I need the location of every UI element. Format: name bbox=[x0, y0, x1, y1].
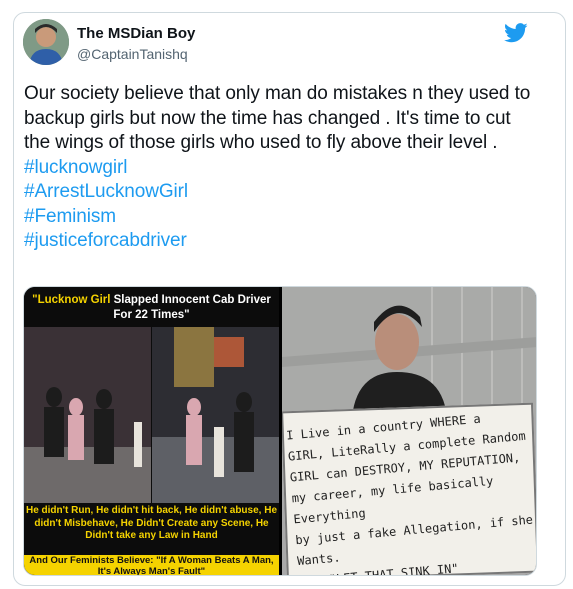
avatar[interactable] bbox=[23, 19, 69, 65]
media-image-left[interactable]: "Lucknow Girl Slapped Innocent Cab Drive… bbox=[24, 287, 279, 575]
hashtag-link[interactable]: #justiceforcabdriver bbox=[24, 229, 534, 254]
tweet-media[interactable]: "Lucknow Girl Slapped Innocent Cab Drive… bbox=[23, 286, 537, 576]
handwritten-sign: I Live in a country WHERE a GIRL, LiteRa… bbox=[282, 402, 536, 576]
hashtag-link[interactable]: #Feminism bbox=[24, 205, 534, 230]
news-caption: He didn't Run, He didn't hit back, He di… bbox=[25, 505, 278, 541]
media-image-right[interactable]: I Live in a country WHERE a GIRL, LiteRa… bbox=[282, 287, 536, 576]
hashtag-link[interactable]: #lucknowgirl bbox=[24, 156, 534, 181]
user-handle[interactable]: @CaptainTanishq bbox=[77, 46, 188, 62]
news-quote: And Our Feminists Believe: "If A Woman B… bbox=[24, 555, 279, 575]
street-scene-image bbox=[24, 327, 279, 503]
man-photo bbox=[282, 287, 536, 417]
tweet-text: Our society believe that only man do mis… bbox=[24, 83, 531, 153]
tweet-header: The MSDian Boy @CaptainTanishq bbox=[23, 19, 528, 69]
tweet-body: Our society believe that only man do mis… bbox=[24, 82, 534, 254]
sign-text: I Live in a country WHERE a GIRL, LiteRa… bbox=[285, 411, 534, 576]
hashtag-link[interactable]: #ArrestLucknowGirl bbox=[24, 180, 534, 205]
news-title: "Lucknow Girl Slapped Innocent Cab Drive… bbox=[32, 294, 271, 321]
display-name[interactable]: The MSDian Boy bbox=[77, 25, 195, 42]
twitter-bird-icon[interactable] bbox=[504, 23, 528, 43]
